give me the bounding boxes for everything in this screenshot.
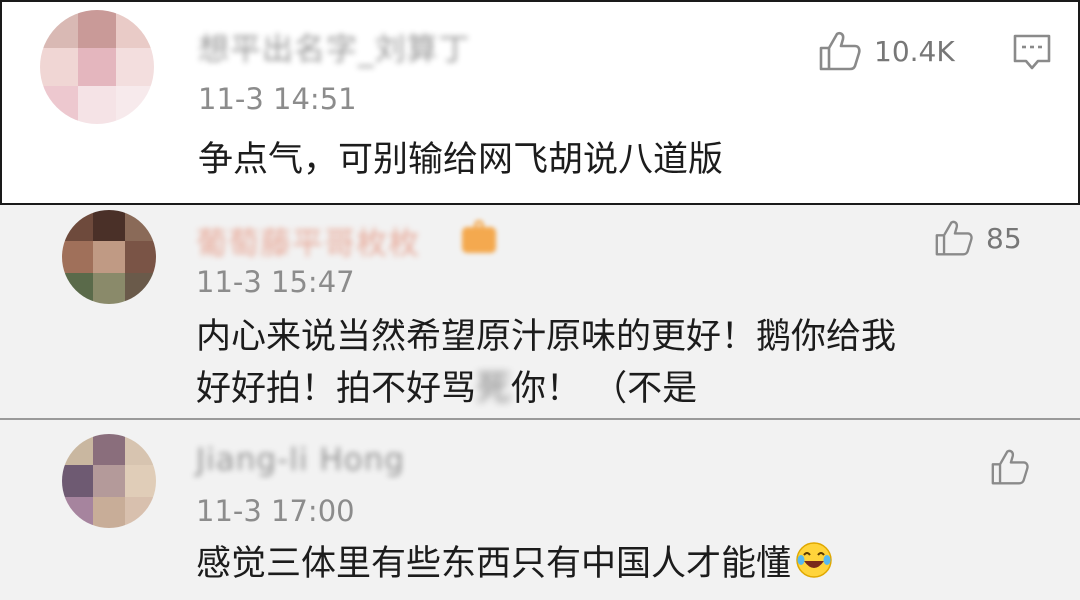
avatar-pixel	[116, 48, 154, 86]
comment-icon[interactable]	[1012, 32, 1052, 72]
comment-text: 感觉三体里有些东西只有中国人才能懂	[196, 538, 833, 590]
comment-item-2[interactable]: 葡萄藤平哥枚枚 11-3 15:47 内心来说当然希望原汁原味的更好！鹅你给我 …	[0, 205, 1080, 420]
avatar-pixel	[116, 10, 154, 48]
avatar-pixel	[93, 241, 125, 273]
comment-text-segment: 感觉三体里有些东西只有中国人才能懂	[196, 544, 792, 584]
thumbs-up-icon	[991, 449, 1029, 485]
comment-text-segment: 好好拍！拍不好骂	[196, 369, 477, 409]
comment-time: 11-3 14:51	[198, 82, 357, 116]
like-count: 10.4K	[874, 34, 955, 68]
avatar-pixel	[124, 210, 156, 242]
avatar-pixel	[93, 496, 125, 528]
like-button[interactable]	[990, 448, 1030, 486]
avatar-pixel	[124, 241, 156, 273]
like-button[interactable]: 10.4K	[818, 30, 955, 72]
avatar-pixel	[40, 10, 78, 48]
avatar-pixel	[62, 210, 94, 242]
comment-text: 争点气，可别输给网飞胡说八道版	[198, 134, 723, 186]
comment-time: 11-3 17:00	[196, 494, 355, 528]
comment-item-3[interactable]: Jiang-li Hong 11-3 17:00 感觉三体里有些东西只有中国人才…	[0, 420, 1080, 600]
username[interactable]: 葡萄藤平哥枚枚	[196, 218, 420, 263]
avatar-pixel	[124, 272, 156, 304]
avatar-pixel	[93, 272, 125, 304]
avatar-pixel	[62, 496, 94, 528]
avatar-pixel	[124, 496, 156, 528]
like-count: 85	[986, 221, 1022, 255]
username[interactable]: 想平出名字_刘算丁	[198, 24, 471, 69]
avatar-pixel	[124, 465, 156, 497]
comment-text-line: 内心来说当然希望原汁原味的更好！鹅你给我	[196, 317, 897, 357]
comment-text-segment: 你！ （不是	[511, 369, 698, 409]
comment-text-line: 好好拍！拍不好骂死你！ （不是	[196, 363, 896, 415]
avatar-pixel	[78, 10, 116, 48]
thumbs-up-icon	[935, 220, 973, 256]
laughing-crying-emoji-icon	[796, 542, 832, 578]
thumbs-up-icon	[819, 31, 861, 71]
comment-time: 11-3 15:47	[196, 265, 355, 299]
avatar-pixel	[78, 86, 116, 124]
avatar[interactable]	[62, 210, 156, 304]
avatar-pixel	[93, 434, 125, 466]
comment-text-line: 争点气，可别输给网飞胡说八道版	[198, 140, 724, 180]
avatar[interactable]	[40, 10, 154, 124]
avatar-pixel	[62, 272, 94, 304]
avatar-pixel	[40, 86, 78, 124]
avatar-pixel	[62, 241, 94, 273]
avatar-pixel	[62, 465, 94, 497]
avatar-pixel	[93, 465, 125, 497]
comment-text: 内心来说当然希望原汁原味的更好！鹅你给我 好好拍！拍不好骂死你！ （不是	[196, 311, 896, 415]
username[interactable]: Jiang-li Hong	[196, 442, 405, 478]
avatar-pixel	[124, 434, 156, 466]
comment-text-line: 感觉三体里有些东西只有中国人才能懂	[196, 538, 833, 590]
avatar-pixel	[62, 434, 94, 466]
member-badge-icon	[462, 220, 496, 253]
avatar-pixel	[78, 48, 116, 86]
like-button[interactable]: 85	[934, 219, 1022, 257]
avatar-pixel	[40, 48, 78, 86]
avatar[interactable]	[62, 434, 156, 528]
comment-item-1[interactable]: 想平出名字_刘算丁 11-3 14:51 争点气，可别输给网飞胡说八道版 10.…	[0, 0, 1080, 205]
avatar-pixel	[93, 210, 125, 242]
censored-text: 死	[476, 369, 512, 409]
avatar-pixel	[116, 86, 154, 124]
